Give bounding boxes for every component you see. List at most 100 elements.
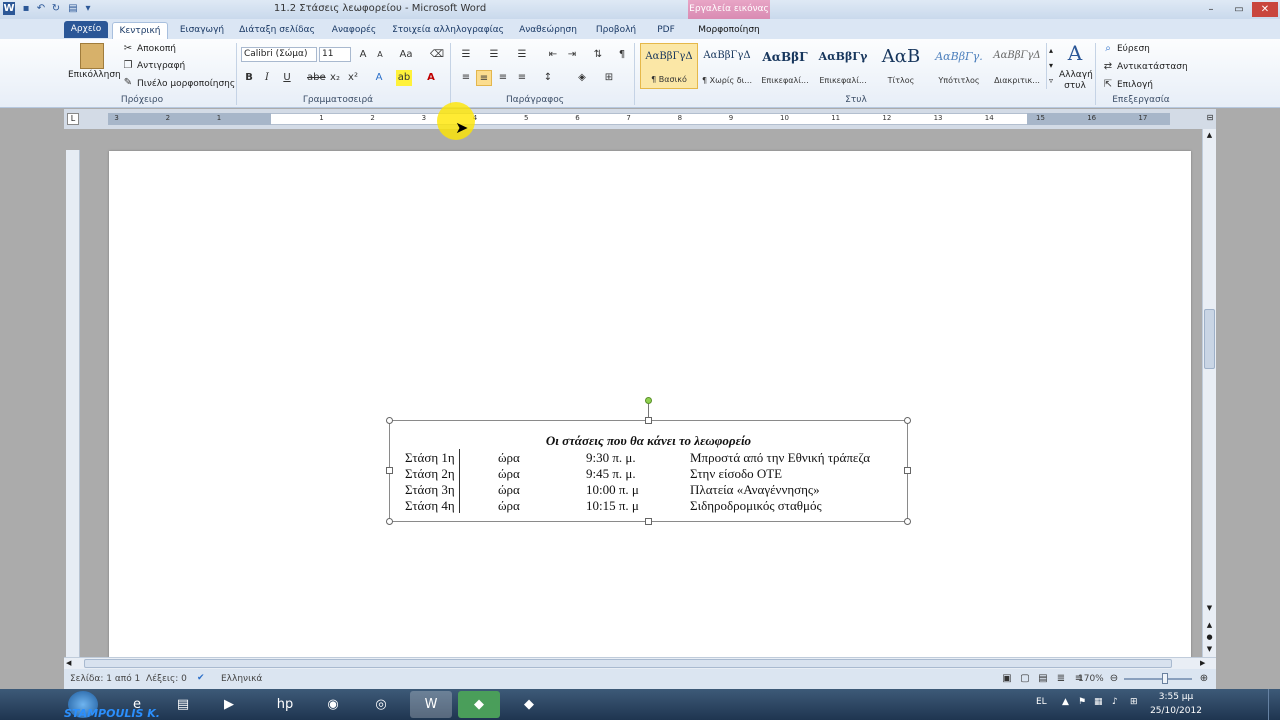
clock-date[interactable]: 25/10/2012 [1150,706,1202,716]
view-ruler-icon[interactable]: ⊟ [1204,113,1216,125]
vertical-ruler[interactable] [66,150,80,658]
underline-icon[interactable]: U [279,70,295,86]
scroll-thumb[interactable] [1204,309,1215,369]
tray-arrow-icon[interactable]: ▲ [1062,697,1069,707]
recorder-icon[interactable]: ◆ [458,691,500,718]
text-effects-icon[interactable]: A [371,70,387,86]
hp-icon[interactable]: hp [264,691,306,718]
paste-button[interactable]: Επικόλληση [68,70,121,80]
rotation-handle[interactable] [645,397,652,404]
style-heading1[interactable]: ΑαΒβΓ Επικεφαλί... [756,43,814,89]
style-subtle-emphasis[interactable]: ΑαΒβΓγΔ Διακριτικ... [988,43,1046,89]
zoom-level[interactable]: 170% [1078,674,1104,684]
horizontal-ruler[interactable]: L 3 2 1 1 2 3 4 5 6 7 8 9 10 11 12 13 14 15 16 17 ⊟ [64,109,1216,129]
print-layout-icon[interactable]: ▣ [999,671,1015,687]
app-icon[interactable]: ◆ [508,691,550,718]
bold-icon[interactable]: B [241,70,257,86]
tab-page-layout[interactable]: Διάταξη σελίδας [236,22,318,39]
tab-review[interactable]: Αναθεώρηση [512,22,584,39]
media-player-icon[interactable]: ▶ [208,691,250,718]
shrink-font-icon[interactable]: A [372,47,388,63]
outline-icon[interactable]: ≣ [1053,671,1069,687]
style-normal[interactable]: ΑαΒβΓγΔ ¶ Βασικό [640,43,698,89]
resize-handle-bottom-left[interactable] [386,518,393,525]
resize-handle-right[interactable] [904,467,911,474]
paste-icon[interactable] [80,43,104,69]
copy-icon[interactable]: ❐ [120,58,136,74]
strikethrough-icon[interactable]: abe [307,70,326,86]
resize-handle-bottom[interactable] [645,518,652,525]
tab-view[interactable]: Προβολή [590,22,642,39]
zoom-out-icon[interactable]: ⊖ [1106,671,1122,687]
style-title[interactable]: ΑαΒ Τίτλος [872,43,930,89]
format-painter-button[interactable]: Πινέλο μορφοποίησης [137,79,235,89]
vertical-scrollbar[interactable]: ▲ ▼ ▲ ● ▼ [1202,129,1216,659]
tab-selector[interactable]: L [67,113,79,125]
network-icon[interactable]: ▦ [1094,697,1103,707]
web-layout-icon[interactable]: ▤ [1035,671,1051,687]
scroll-up-icon[interactable]: ▲ [1204,131,1215,141]
superscript-icon[interactable]: x² [345,70,361,86]
subscript-icon[interactable]: x₂ [327,70,343,86]
styles-scroll[interactable]: ▴ ▾ ▿ [1046,43,1055,89]
proofing-icon[interactable]: ✔ [197,673,205,683]
language-indicator[interactable]: Ελληνικά [221,674,262,684]
cut-button[interactable]: Αποκοπή [137,44,176,54]
align-right-icon[interactable]: ≡ [495,70,511,86]
align-left-icon[interactable]: ≡ [458,70,474,86]
tab-mailings[interactable]: Στοιχεία αλληλογραφίας [390,22,506,39]
tab-file[interactable]: Αρχείο [64,21,108,38]
word-taskbar-icon[interactable]: W [410,691,452,718]
next-page-icon[interactable]: ▼ [1204,645,1215,655]
scroll-right-icon[interactable]: ▶ [1200,659,1205,667]
shading-icon[interactable]: ◈ [574,70,590,86]
resize-handle-bottom-right[interactable] [904,518,911,525]
minimize-button[interactable]: – [1198,2,1224,17]
bullets-icon[interactable]: ☰ [458,47,474,63]
tab-pdf[interactable]: PDF [648,22,684,39]
scroll-left-icon[interactable]: ◀ [66,659,71,667]
tab-insert[interactable]: Εισαγωγή [174,22,230,39]
zoom-in-icon[interactable]: ⊕ [1196,671,1212,687]
action-center-icon[interactable]: ⊞ [1130,697,1138,707]
resize-handle-top-left[interactable] [386,417,393,424]
replace-button[interactable]: Αντικατάσταση [1117,62,1188,72]
explorer-icon[interactable]: ▤ [162,691,204,718]
volume-icon[interactable]: ♪ [1112,697,1118,707]
tray-flag-icon[interactable]: ⚑ [1078,697,1086,707]
replace-icon[interactable]: ⇄ [1100,59,1116,75]
change-styles-button[interactable]: Αλλαγή στυλ [1059,70,1093,92]
sort-icon[interactable]: ⇅ [590,47,606,63]
borders-icon[interactable]: ⊞ [601,70,617,86]
italic-icon[interactable]: I [259,70,275,86]
maximize-button[interactable]: ▭ [1226,2,1252,17]
clock-time[interactable]: 3:55 μμ [1154,692,1198,702]
tab-references[interactable]: Αναφορές [326,22,382,39]
show-formatting-icon[interactable]: ¶ [614,47,630,63]
scroll-down-icon[interactable]: ▼ [1204,604,1215,614]
chrome-icon[interactable]: ◎ [360,691,402,718]
numbering-icon[interactable]: ☰ [486,47,502,63]
previous-page-icon[interactable]: ▲ [1204,621,1215,631]
zoom-slider[interactable] [1124,678,1192,680]
increase-indent-icon[interactable]: ⇥ [564,47,580,63]
font-color-icon[interactable]: A [423,70,439,86]
full-screen-icon[interactable]: ▢ [1017,671,1033,687]
cut-icon[interactable]: ✂ [120,41,136,57]
ie-icon[interactable]: e [116,691,158,718]
copy-button[interactable]: Αντιγραφή [137,61,185,71]
multilevel-list-icon[interactable]: ☰ [514,47,530,63]
browse-object-icon[interactable]: ● [1204,633,1215,643]
select-icon[interactable]: ⇱ [1100,77,1116,93]
font-size-select[interactable]: 11 [319,47,351,62]
style-subtitle[interactable]: ΑαΒβΓγ. Υπότιτλος [930,43,988,89]
font-name-select[interactable]: Calibri (Σώμα) [241,47,317,62]
tab-home[interactable]: Κεντρική [112,22,168,39]
close-button[interactable]: ✕ [1252,2,1278,17]
word-count[interactable]: Λέξεις: 0 [146,674,187,684]
line-spacing-icon[interactable]: ↕ [540,70,556,86]
highlight-icon[interactable]: ab [396,70,412,86]
change-case-icon[interactable]: Aa [398,47,414,63]
format-painter-icon[interactable]: ✎ [120,75,136,91]
resize-handle-left[interactable] [386,467,393,474]
